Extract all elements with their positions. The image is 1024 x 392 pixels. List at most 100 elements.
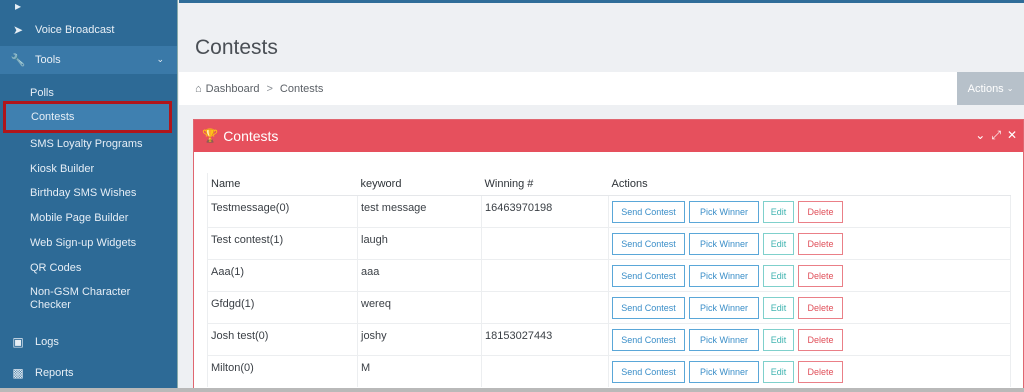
delete-button[interactable]: Delete: [798, 232, 843, 255]
pick-winner-button[interactable]: Pick Winner: [689, 296, 759, 319]
sidebar-item-tools[interactable]: 🔧 Tools ⌄: [0, 46, 177, 74]
table-row: Testmessage(0) test message 16463970198 Sen…: [207, 194, 1011, 227]
cell-actions: Send Contest Pick Winner Edit Delete: [608, 354, 1011, 387]
bottom-strip: [0, 388, 1024, 392]
sidebar-item-logs[interactable]: ▣ Logs: [0, 330, 177, 354]
sidebar-subitem-mobile-page-builder[interactable]: Mobile Page Builder: [30, 212, 128, 224]
actions-label: Actions: [967, 82, 1004, 95]
sidebar-subitem-web-signup-widgets[interactable]: Web Sign-up Widgets: [30, 237, 136, 249]
sidebar-item-voice-broadcast[interactable]: ➤ Voice Broadcast: [0, 17, 177, 43]
cell-name: Testmessage(0): [207, 194, 358, 227]
cell-winning: 16463970198: [481, 194, 609, 227]
cell-actions: Send Contest Pick Winner Edit Delete: [608, 194, 1011, 227]
cell-keyword: aaa: [357, 258, 482, 291]
sidebar-subitem-sms-loyalty[interactable]: SMS Loyalty Programs: [30, 138, 142, 150]
sidebar-subitem-polls[interactable]: Polls: [30, 87, 54, 99]
send-contest-button[interactable]: Send Contest: [612, 264, 685, 287]
sidebar-subitem-contests[interactable]: Contests: [3, 101, 172, 133]
cell-name: Milton(0): [207, 354, 358, 387]
edit-button[interactable]: Edit: [763, 264, 794, 287]
send-contest-button[interactable]: Send Contest: [612, 296, 685, 319]
contests-table: Name keyword Winning # Actions Testmessa…: [207, 173, 1011, 387]
cell-winning: 18153027443: [481, 322, 609, 355]
collapse-icon[interactable]: ⌄: [975, 128, 985, 143]
sidebar-item-label: Voice Broadcast: [35, 24, 115, 36]
cell-keyword: wereq: [357, 290, 482, 323]
sidebar-item-label: Reports: [35, 367, 74, 379]
cell-keyword: test message: [357, 194, 482, 227]
pick-winner-button[interactable]: Pick Winner: [689, 200, 759, 223]
close-icon[interactable]: ✕: [1007, 128, 1017, 143]
column-header-winning: Winning #: [481, 173, 609, 196]
edit-button[interactable]: Edit: [763, 328, 794, 351]
pick-winner-button[interactable]: Pick Winner: [689, 264, 759, 287]
delete-button[interactable]: Delete: [798, 264, 843, 287]
panel-tools: ⌄ ⤢ ✕: [975, 128, 1017, 143]
edit-button[interactable]: Edit: [763, 200, 794, 223]
trophy-icon: 🏆: [202, 128, 219, 143]
column-header-name: Name: [207, 173, 358, 196]
home-icon: ⌂: [195, 82, 202, 95]
cell-keyword: joshy: [357, 322, 482, 355]
cell-actions: Send Contest Pick Winner Edit Delete: [608, 290, 1011, 323]
expand-icon[interactable]: ⤢: [991, 128, 1001, 143]
send-contest-button[interactable]: Send Contest: [612, 328, 685, 351]
delete-button[interactable]: Delete: [798, 200, 843, 223]
sidebar-subitem-kiosk-builder[interactable]: Kiosk Builder: [30, 163, 94, 175]
sidebar-subitem-qr-codes[interactable]: QR Codes: [30, 262, 81, 274]
chevron-down-icon: ⌄: [156, 54, 164, 64]
cell-winning: [481, 290, 609, 323]
send-contest-button[interactable]: Send Contest: [612, 360, 685, 383]
pick-winner-button[interactable]: Pick Winner: [689, 328, 759, 351]
wrench-icon: 🔧: [10, 53, 26, 67]
megaphone-icon: ▸: [14, 0, 22, 13]
sidebar: ▸ ➤ Voice Broadcast 🔧 Tools ⌄ Polls Cont…: [0, 0, 178, 392]
page-title: Contests: [195, 36, 278, 59]
edit-button[interactable]: Edit: [763, 232, 794, 255]
cell-name: Test contest(1): [207, 226, 358, 259]
edit-button[interactable]: Edit: [763, 296, 794, 319]
sidebar-subitem-label: Contests: [31, 111, 75, 123]
sidebar-item-label: Tools: [35, 54, 61, 66]
sidebar-item-reports[interactable]: ▩ Reports: [0, 361, 177, 385]
pick-winner-button[interactable]: Pick Winner: [689, 232, 759, 255]
pick-winner-button[interactable]: Pick Winner: [689, 360, 759, 383]
cell-actions: Send Contest Pick Winner Edit Delete: [608, 322, 1011, 355]
table-row: Gfdgd(1) wereq Send Contest Pick Winner Edit…: [207, 290, 1011, 323]
delete-button[interactable]: Delete: [798, 296, 843, 319]
sidebar-subitem-birthday-sms[interactable]: Birthday SMS Wishes: [30, 187, 136, 199]
panel-header: 🏆 Contests ⌄ ⤢ ✕: [194, 120, 1023, 152]
table-row: Test contest(1) laugh Send Contest Pick Win…: [207, 226, 1011, 259]
panel-title: Contests: [223, 128, 279, 144]
file-icon: ▣: [12, 335, 24, 349]
table-row: Milton(0) M Send Contest Pick Winner Edit Del…: [207, 354, 1011, 387]
sidebar-item-top[interactable]: ▸: [0, 0, 177, 13]
breadcrumb-dashboard-link[interactable]: Dashboard: [206, 83, 260, 95]
cell-winning: [481, 258, 609, 291]
contests-panel: 🏆 Contests ⌄ ⤢ ✕ Name keyword Winning # …: [193, 119, 1024, 392]
send-contest-button[interactable]: Send Contest: [612, 232, 685, 255]
send-contest-button[interactable]: Send Contest: [612, 200, 685, 223]
chevron-down-icon: ⌄: [1006, 84, 1014, 93]
column-header-actions: Actions: [608, 173, 1011, 196]
sidebar-subitem-non-gsm-checker[interactable]: Non-GSM Character Checker: [30, 286, 150, 312]
main-content: Contests ⌂ Dashboard > Contests Actions …: [179, 0, 1024, 392]
cell-winning: [481, 226, 609, 259]
cell-winning: [481, 354, 609, 387]
breadcrumb: ⌂ Dashboard > Contests: [179, 72, 957, 105]
delete-button[interactable]: Delete: [798, 328, 843, 351]
actions-dropdown-button[interactable]: Actions ⌄: [957, 72, 1024, 105]
table-row: Josh test(0) joshy 18153027443 Send Contest…: [207, 322, 1011, 355]
table-row: Aaa(1) aaa Send Contest Pick Winner Edit Dele…: [207, 258, 1011, 291]
sidebar-item-label: Logs: [35, 336, 59, 348]
cell-name: Gfdgd(1): [207, 290, 358, 323]
breadcrumb-separator: >: [266, 82, 273, 95]
delete-button[interactable]: Delete: [798, 360, 843, 383]
cell-keyword: laugh: [357, 226, 482, 259]
bar-chart-icon: ▩: [12, 366, 24, 380]
edit-button[interactable]: Edit: [763, 360, 794, 383]
cell-actions: Send Contest Pick Winner Edit Delete: [608, 258, 1011, 291]
table-header-row: Name keyword Winning # Actions: [207, 173, 1011, 196]
cell-name: Josh test(0): [207, 322, 358, 355]
cell-name: Aaa(1): [207, 258, 358, 291]
